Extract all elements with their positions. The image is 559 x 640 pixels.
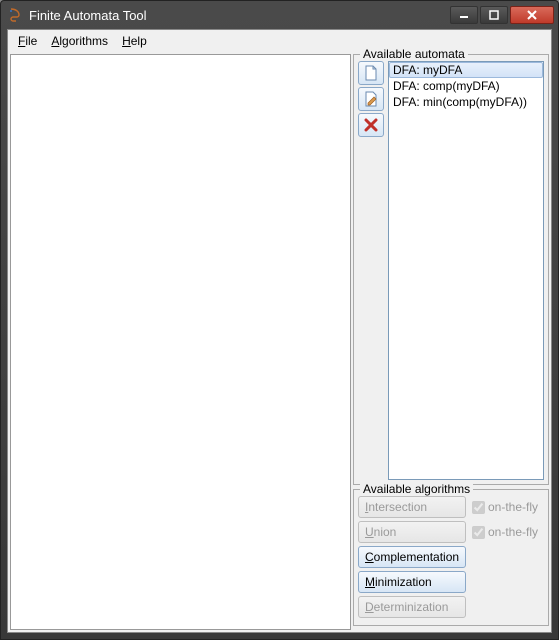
union-onthefly-checkbox[interactable]: on-the-fly: [472, 525, 538, 539]
automata-toolbar: [358, 61, 386, 480]
intersection-button[interactable]: Intersection: [358, 496, 466, 518]
edit-automaton-button[interactable]: [358, 87, 384, 111]
menu-algorithms[interactable]: Algorithms: [45, 32, 114, 50]
app-icon: [7, 7, 23, 23]
available-algorithms-group: Available algorithms Intersection on-the…: [353, 489, 549, 626]
automata-list[interactable]: DFA: myDFA DFA: comp(myDFA) DFA: min(com…: [388, 61, 544, 480]
list-item-label: DFA: myDFA: [393, 63, 462, 77]
maximize-button[interactable]: [480, 6, 508, 24]
list-item-label: DFA: min(comp(myDFA)): [393, 95, 527, 109]
content-area: Available automata: [8, 52, 551, 632]
delete-automaton-button[interactable]: [358, 113, 384, 137]
main-canvas[interactable]: [10, 54, 351, 630]
complementation-button[interactable]: Complementation: [358, 546, 466, 568]
minimize-button[interactable]: [450, 6, 478, 24]
list-item-label: DFA: comp(myDFA): [393, 79, 500, 93]
menu-file[interactable]: File: [12, 32, 43, 50]
minimization-button[interactable]: Minimization: [358, 571, 466, 593]
menubar: File Algorithms Help: [8, 30, 551, 52]
window-controls: [450, 6, 554, 24]
window-title: Finite Automata Tool: [29, 8, 147, 23]
menu-help[interactable]: Help: [116, 32, 153, 50]
automata-group-title: Available automata: [360, 47, 468, 61]
document-icon: [364, 65, 378, 81]
list-item[interactable]: DFA: myDFA: [389, 62, 543, 78]
new-automaton-button[interactable]: [358, 61, 384, 85]
list-item[interactable]: DFA: min(comp(myDFA)): [389, 94, 543, 110]
union-button[interactable]: Union: [358, 521, 466, 543]
list-item[interactable]: DFA: comp(myDFA): [389, 78, 543, 94]
titlebar[interactable]: Finite Automata Tool: [1, 1, 558, 29]
algorithms-group-title: Available algorithms: [360, 482, 473, 496]
side-panel: Available automata: [353, 54, 549, 630]
intersection-onthefly-checkbox[interactable]: on-the-fly: [472, 500, 538, 514]
delete-icon: [364, 118, 378, 132]
close-button[interactable]: [510, 6, 554, 24]
client-area: File Algorithms Help Available automata: [7, 29, 552, 633]
determinization-button[interactable]: Determinization: [358, 596, 466, 618]
application-window: Finite Automata Tool File Algorithms Hel…: [0, 0, 559, 640]
available-automata-group: Available automata: [353, 54, 549, 485]
checkbox-label: on-the-fly: [488, 500, 538, 514]
checkbox-label: on-the-fly: [488, 525, 538, 539]
edit-icon: [364, 91, 378, 107]
